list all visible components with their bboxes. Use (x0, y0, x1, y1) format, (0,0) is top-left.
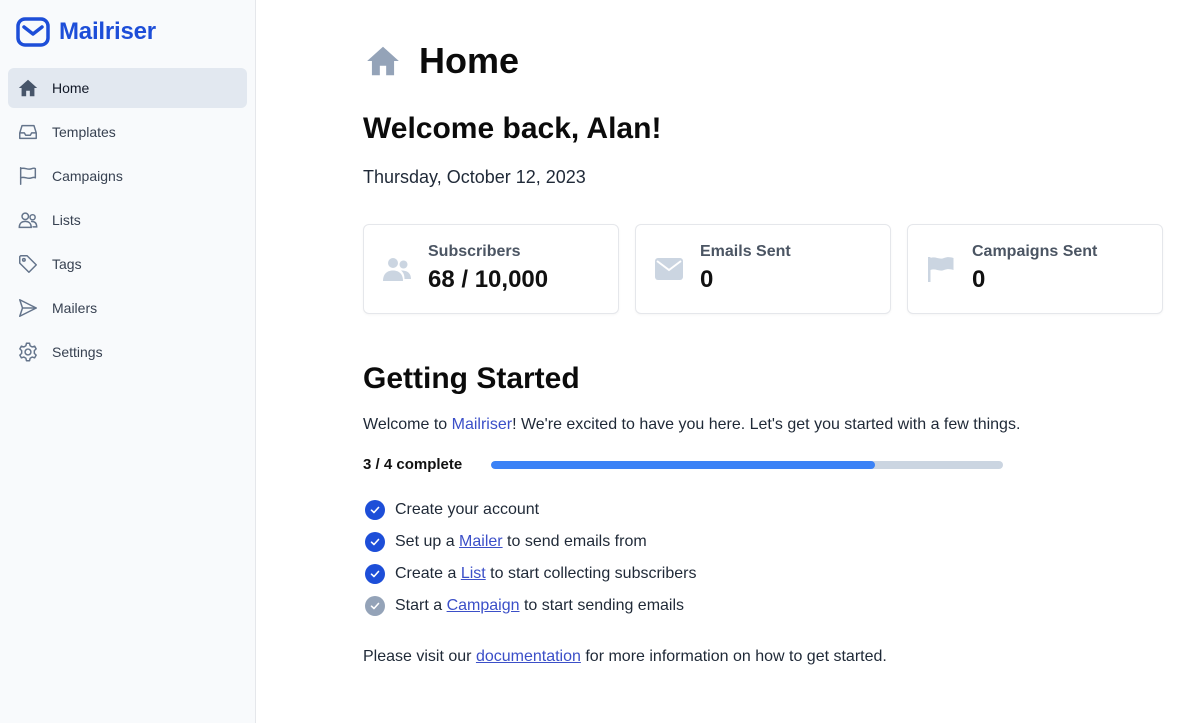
sidebar-item-tags[interactable]: Tags (8, 244, 247, 284)
task-item: Start a Campaign to start sending emails (363, 590, 696, 622)
task-text-after: to start sending emails (519, 597, 685, 614)
page-title: Home (419, 40, 520, 81)
brand[interactable]: Mailriser (16, 14, 156, 50)
sidebar-item-settings[interactable]: Settings (8, 332, 247, 372)
task-text-before: Create a (395, 565, 461, 582)
check-circle-icon (365, 564, 385, 584)
sidebar-item-lists[interactable]: Lists (8, 200, 247, 240)
task-text-before: Set up a (395, 533, 460, 550)
sidebar-item-label: Lists (52, 212, 81, 228)
flag-icon (16, 164, 40, 188)
intro-text: ! We're excited to have you here. Let's … (512, 416, 1021, 433)
sidebar-nav: Home Templates Campaigns Lists Tags Mail… (8, 68, 247, 376)
sidebar-item-label: Tags (52, 256, 82, 272)
progress-label: 3 / 4 complete (363, 456, 463, 473)
sidebar-item-mailers[interactable]: Mailers (8, 288, 247, 328)
gear-icon (16, 340, 40, 364)
intro-text: Welcome to (363, 416, 452, 433)
documentation-note: Please visit our documentation for more … (363, 648, 887, 666)
stats-row: Subscribers 68 / 10,000 Emails Sent 0 Ca… (363, 224, 1163, 314)
stat-card-emails-sent: Emails Sent 0 (635, 224, 891, 314)
task-text: Create a List to start collecting subscr… (395, 565, 696, 583)
task-text: Start a Campaign to start sending emails (395, 597, 684, 615)
stat-card-subscribers: Subscribers 68 / 10,000 (363, 224, 619, 314)
task-text-after: to send emails from (502, 533, 647, 550)
sidebar-item-label: Templates (52, 124, 116, 140)
task-text: Create your account (395, 501, 540, 518)
task-text-after: to start collecting subscribers (485, 565, 697, 582)
check-circle-icon (365, 532, 385, 552)
home-icon (16, 76, 40, 100)
stat-label: Emails Sent (700, 243, 791, 260)
tag-icon (16, 252, 40, 276)
sidebar-item-home[interactable]: Home (8, 68, 247, 108)
documentation-link[interactable]: documentation (476, 648, 581, 665)
envelope-icon (654, 254, 684, 284)
stat-card-campaigns-sent: Campaigns Sent 0 (907, 224, 1163, 314)
brand-name: Mailriser (59, 18, 156, 45)
footer-text-after: for more information on how to get start… (580, 648, 887, 665)
home-icon (363, 41, 403, 81)
page-header: Home (363, 40, 519, 82)
sidebar: Mailriser Home Templates Campaigns Lists… (0, 0, 256, 723)
progress-row: 3 / 4 complete (363, 456, 1003, 473)
task-text: Set up a Mailer to send emails from (395, 533, 647, 551)
sidebar-item-campaigns[interactable]: Campaigns (8, 156, 247, 196)
paper-plane-icon (16, 296, 40, 320)
current-date: Thursday, October 12, 2023 (363, 167, 586, 187)
inbox-icon (16, 120, 40, 144)
check-circle-icon (365, 500, 385, 520)
getting-started-intro: Welcome to Mailriser! We're excited to h… (363, 416, 1020, 434)
stat-label: Subscribers (428, 243, 521, 260)
stat-value: 0 (972, 266, 986, 293)
check-circle-icon (365, 596, 385, 616)
sidebar-item-label: Settings (52, 344, 103, 360)
envelope-logo-icon (16, 15, 50, 49)
sidebar-item-label: Home (52, 80, 90, 96)
task-item: Set up a Mailer to send emails from (363, 526, 696, 558)
progress-fill (491, 460, 875, 469)
stat-label: Campaigns Sent (972, 243, 1098, 260)
task-item: Create your account (363, 494, 696, 526)
intro-brand: Mailriser (451, 416, 513, 433)
getting-started-title: Getting Started (363, 362, 580, 395)
task-text-before: Start a (395, 597, 447, 614)
task-list: Create your account Set up a Mailer to s… (363, 494, 696, 622)
list-link[interactable]: List (461, 565, 486, 582)
sidebar-item-label: Campaigns (52, 168, 123, 184)
task-item: Create a List to start collecting subscr… (363, 558, 696, 590)
welcome-heading: Welcome back, Alan! (363, 112, 662, 145)
progress-bar (491, 460, 1003, 469)
stat-value: 0 (700, 266, 714, 293)
mailer-link[interactable]: Mailer (459, 533, 503, 550)
campaign-link[interactable]: Campaign (447, 597, 520, 614)
footer-text-before: Please visit our (363, 648, 476, 665)
users-icon (16, 208, 40, 232)
sidebar-item-templates[interactable]: Templates (8, 112, 247, 152)
users-icon (382, 254, 412, 284)
stat-value: 68 / 10,000 (428, 266, 549, 293)
flag-icon (926, 254, 956, 284)
sidebar-item-label: Mailers (52, 300, 98, 316)
